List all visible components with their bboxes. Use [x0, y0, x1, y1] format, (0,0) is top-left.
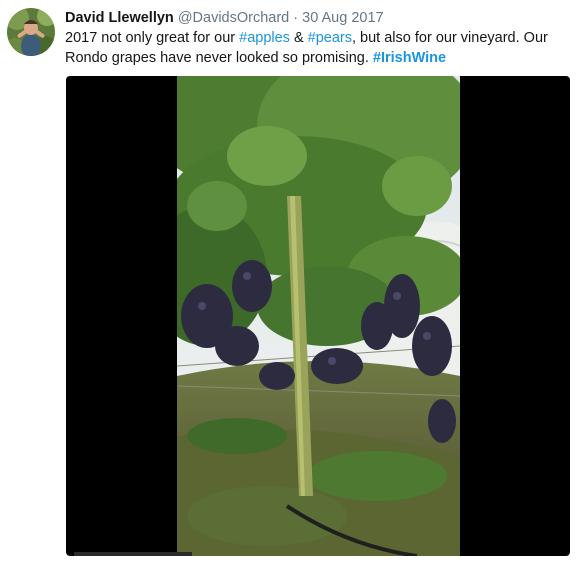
hashtag-apples[interactable]: #apples [239, 30, 290, 46]
video-progress-bar[interactable] [74, 552, 192, 556]
tweet: David Llewellyn @DavidsOrchard · 30 Aug … [0, 0, 583, 582]
hashtag-irishwine[interactable]: #IrishWine [373, 50, 446, 66]
avatar[interactable] [7, 8, 55, 56]
tweet-date[interactable]: 30 Aug 2017 [302, 10, 383, 26]
hashtag-pears[interactable]: #pears [308, 30, 352, 46]
author-name[interactable]: David Llewellyn [65, 10, 174, 26]
avatar-photo-icon [7, 8, 55, 56]
header-separator: · [293, 10, 299, 26]
tweet-text-part: 2017 not only great for our [65, 30, 240, 46]
video-frame[interactable] [177, 76, 460, 556]
author-handle[interactable]: @DavidsOrchard [178, 10, 289, 26]
tweet-text-part: & [289, 30, 308, 46]
tweet-header: David Llewellyn @DavidsOrchard · 30 Aug … [65, 9, 384, 27]
tweet-text: 2017 not only great for our #apples & #p… [65, 28, 575, 68]
video-player[interactable] [66, 76, 570, 556]
vineyard-scene-image [177, 76, 460, 556]
